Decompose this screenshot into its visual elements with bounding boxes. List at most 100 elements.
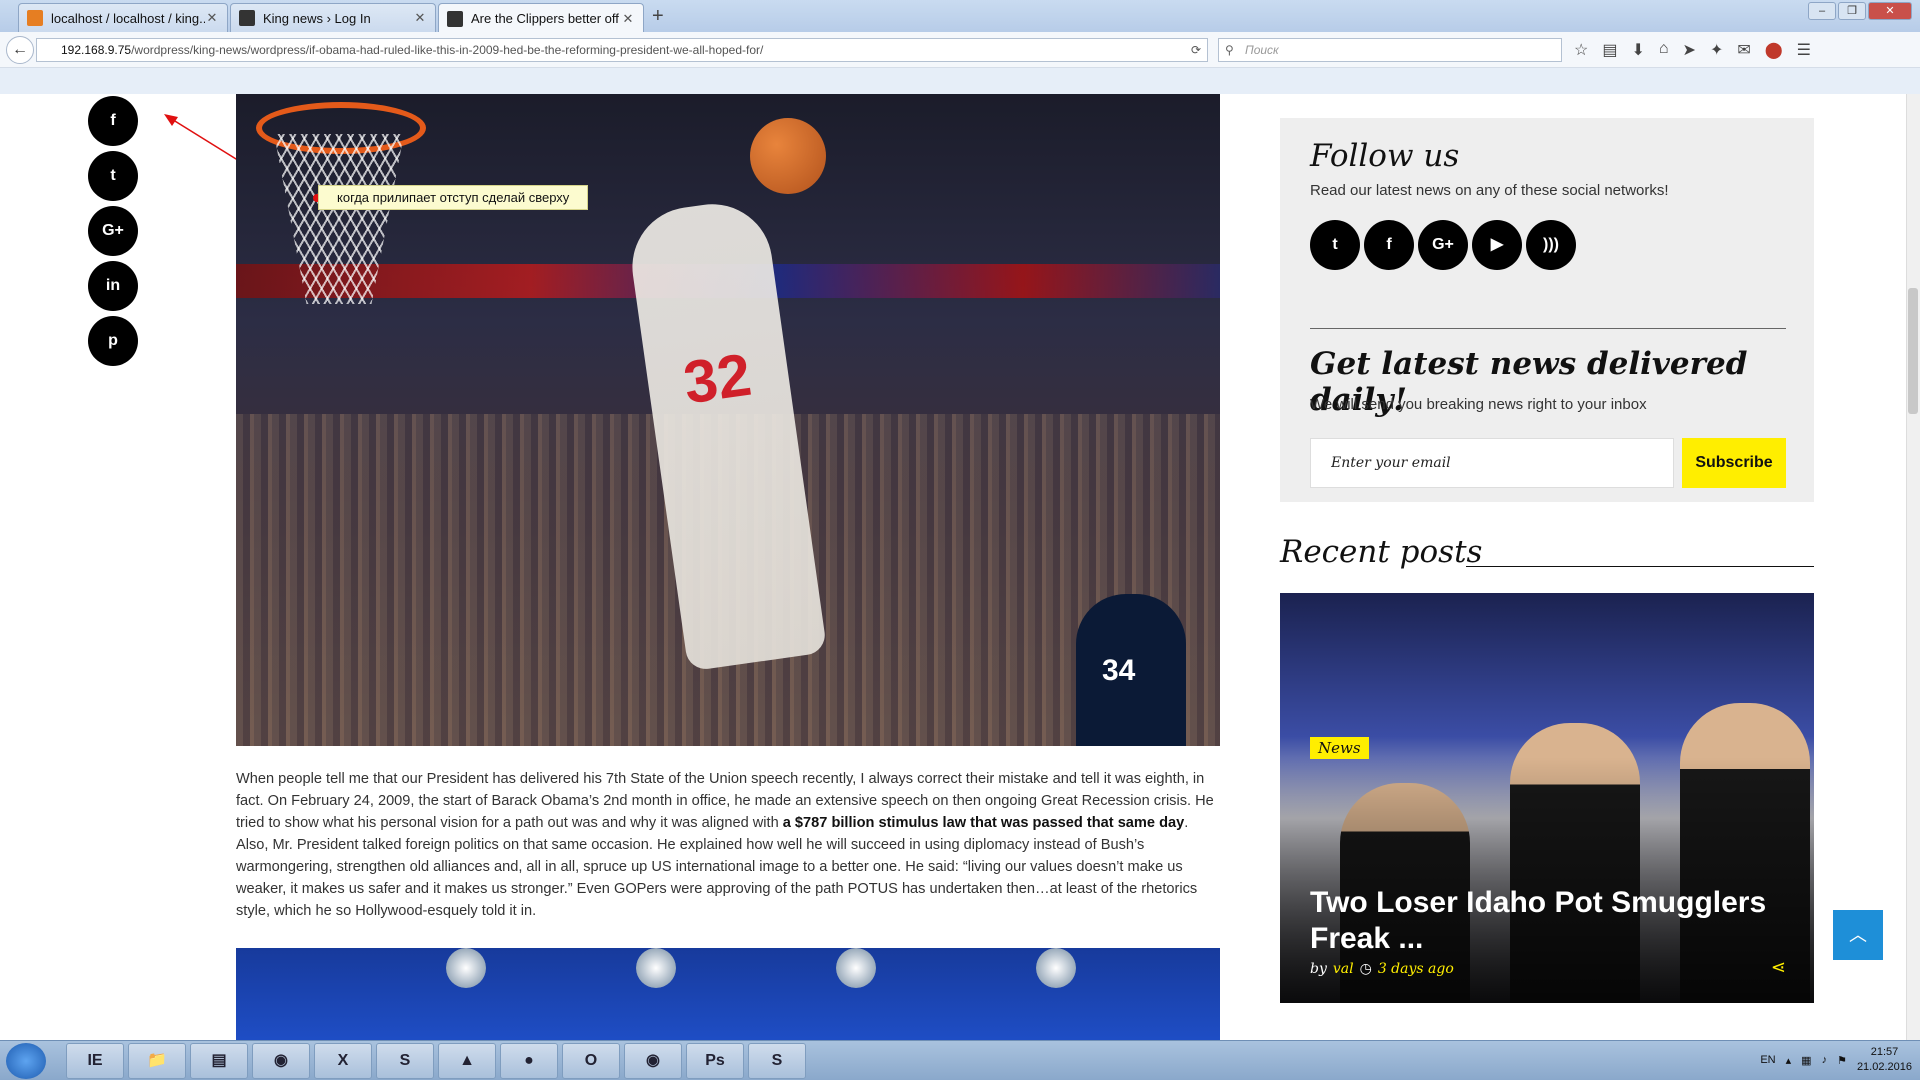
- drive-icon[interactable]: ▲: [438, 1043, 496, 1079]
- extension-icon[interactable]: ✦: [1710, 40, 1723, 60]
- tab-title: localhost / localhost / king...: [51, 10, 205, 26]
- social-links: t f G+ ▶ ))): [1310, 220, 1576, 270]
- browser-tab-bar: localhost / localhost / king... ✕ King n…: [0, 0, 1920, 33]
- start-button[interactable]: [6, 1043, 46, 1079]
- terminal-icon[interactable]: ▤: [190, 1043, 248, 1079]
- toolbar-icons: ☆ ▤ ⬇ ⌂ ➤ ✦ ✉ ⬤ ☰: [1574, 40, 1811, 60]
- youtube-icon[interactable]: ▶: [1472, 220, 1522, 270]
- search-field[interactable]: ⚲ Поиск: [1218, 38, 1562, 62]
- facebook-share-button[interactable]: f: [88, 96, 138, 146]
- close-tab-icon[interactable]: ✕: [413, 10, 427, 26]
- downloads-icon[interactable]: ⬇: [1631, 40, 1644, 60]
- address-bar[interactable]: 192.168.9.75/wordpress/king-news/wordpre…: [36, 38, 1208, 62]
- follow-description: Read our latest news on any of these soc…: [1310, 182, 1669, 199]
- new-tab-icon[interactable]: +: [652, 5, 664, 28]
- tab-phpmyadmin[interactable]: localhost / localhost / king... ✕: [18, 3, 228, 32]
- photoshop-icon[interactable]: Ps: [686, 1043, 744, 1079]
- tab-article[interactable]: Are the Clippers better off ... ✕: [438, 3, 644, 33]
- sublime-icon[interactable]: S: [748, 1043, 806, 1079]
- recent-post-card[interactable]: News Two Loser Idaho Pot Smugglers Freak…: [1280, 593, 1814, 1003]
- phpmyadmin-favicon-icon: [27, 10, 43, 26]
- window-controls: – ❐ ✕: [1808, 2, 1912, 20]
- opponent-jersey-number: 34: [1102, 654, 1136, 687]
- volume-icon[interactable]: ♪: [1822, 1054, 1828, 1066]
- search-icon: ⚲: [1225, 43, 1234, 57]
- bookmark-star-icon[interactable]: ☆: [1574, 40, 1588, 60]
- file-explorer-icon[interactable]: 📁: [128, 1043, 186, 1079]
- subscribe-button[interactable]: Subscribe: [1682, 438, 1786, 488]
- url-path: /wordpress/king-news/wordpress/if-obama-…: [131, 43, 764, 57]
- web-page: f t G+ in p 32 34 когда прилипает отступ…: [0, 94, 1906, 1040]
- wordpress-favicon-icon: [447, 10, 463, 27]
- google-plus-icon[interactable]: G+: [1418, 220, 1468, 270]
- share-icon[interactable]: ⋖: [1771, 957, 1786, 978]
- title-underline: [1466, 566, 1814, 567]
- search-placeholder: Поиск: [1245, 43, 1279, 57]
- facebook-icon[interactable]: f: [1364, 220, 1414, 270]
- pinterest-share-button[interactable]: p: [88, 316, 138, 366]
- post-title-link[interactable]: Two Loser Idaho Pot Smugglers Freak ...: [1310, 885, 1790, 957]
- clock-time: 21:57: [1870, 1046, 1899, 1058]
- adblock-icon[interactable]: ⬤: [1765, 40, 1783, 60]
- clock[interactable]: 21:57 21.02.2016: [1857, 1045, 1912, 1075]
- system-tray: EN ▴ ▦ ♪ ⚑ 21:57 21.02.2016: [1760, 1045, 1912, 1075]
- category-badge[interactable]: News: [1310, 737, 1369, 759]
- chrome-icon[interactable]: ◉: [252, 1043, 310, 1079]
- article-paragraph: When people tell me that our President h…: [236, 768, 1220, 922]
- back-arrow-icon[interactable]: ←: [6, 36, 34, 64]
- post-date[interactable]: 3 days ago: [1378, 961, 1454, 977]
- stage-light: [1036, 948, 1076, 988]
- reload-icon[interactable]: ⟳: [1191, 39, 1201, 61]
- minimize-icon[interactable]: –: [1808, 2, 1836, 20]
- google-plus-share-button[interactable]: G+: [88, 206, 138, 256]
- screen: localhost / localhost / king... ✕ King n…: [0, 0, 1920, 1080]
- restore-icon[interactable]: ❐: [1838, 2, 1866, 20]
- network-icon[interactable]: ▦: [1801, 1054, 1811, 1067]
- home-icon[interactable]: ⌂: [1659, 40, 1669, 60]
- follow-title: Follow us: [1310, 138, 1460, 174]
- article-bold-text: a $787 billion stimulus law that was pas…: [782, 815, 1185, 831]
- url-host: 192.168.9.75: [61, 43, 132, 57]
- clock-icon: ◷: [1359, 961, 1372, 977]
- jersey-number: 32: [679, 340, 756, 417]
- internet-explorer-icon[interactable]: IE: [66, 1043, 124, 1079]
- article-hero-image: 32 34 когда прилипает отступ сделай свер…: [236, 94, 1220, 746]
- basketball: [750, 118, 826, 194]
- linkedin-share-button[interactable]: in: [88, 261, 138, 311]
- scrollbar-thumb[interactable]: [1908, 288, 1918, 414]
- annotation-note: когда прилипает отступ сделай сверху: [318, 185, 589, 210]
- chrome-icon[interactable]: ◉: [624, 1043, 682, 1079]
- xampp-icon[interactable]: X: [314, 1043, 372, 1079]
- back-to-top-button[interactable]: ︿: [1833, 910, 1883, 960]
- twitter-icon[interactable]: t: [1310, 220, 1360, 270]
- page-scrollbar[interactable]: [1906, 94, 1920, 1040]
- close-window-icon[interactable]: ✕: [1868, 2, 1912, 20]
- close-tab-icon[interactable]: ✕: [621, 11, 635, 27]
- skype-icon[interactable]: S: [376, 1043, 434, 1079]
- close-tab-icon[interactable]: ✕: [205, 10, 219, 26]
- tab-title: Are the Clippers better off ...: [471, 11, 621, 26]
- stage-light: [836, 948, 876, 988]
- clock-date: 21.02.2016: [1856, 1061, 1912, 1073]
- post-meta: by val ◷ 3 days ago: [1310, 961, 1454, 977]
- menu-icon[interactable]: ☰: [1797, 40, 1811, 60]
- taskbar-apps: IE 📁 ▤ ◉ X S ▲ ● O ◉ Ps S: [66, 1043, 806, 1079]
- windows-taskbar: IE 📁 ▤ ◉ X S ▲ ● O ◉ Ps S EN ▴ ▦ ♪ ⚑ 21:…: [0, 1040, 1920, 1080]
- twitter-share-button[interactable]: t: [88, 151, 138, 201]
- toolbar-gap: [0, 68, 1920, 94]
- wordpress-favicon-icon: [239, 10, 255, 26]
- bookmarks-list-icon[interactable]: ▤: [1602, 40, 1617, 60]
- send-icon[interactable]: ➤: [1683, 40, 1696, 60]
- tab-login[interactable]: King news › Log In ✕: [230, 3, 436, 32]
- language-indicator[interactable]: EN: [1760, 1054, 1775, 1066]
- author-link[interactable]: val: [1333, 961, 1354, 977]
- chat-icon[interactable]: ✉: [1737, 40, 1750, 60]
- firefox-icon[interactable]: ●: [500, 1043, 558, 1079]
- flag-icon[interactable]: ⚑: [1837, 1054, 1847, 1067]
- outlook-icon[interactable]: O: [562, 1043, 620, 1079]
- rss-icon[interactable]: ))): [1526, 220, 1576, 270]
- tab-title: King news › Log In: [263, 10, 371, 26]
- by-label: by: [1310, 961, 1327, 977]
- tray-chevron-icon[interactable]: ▴: [1786, 1054, 1792, 1067]
- email-field[interactable]: [1310, 438, 1674, 488]
